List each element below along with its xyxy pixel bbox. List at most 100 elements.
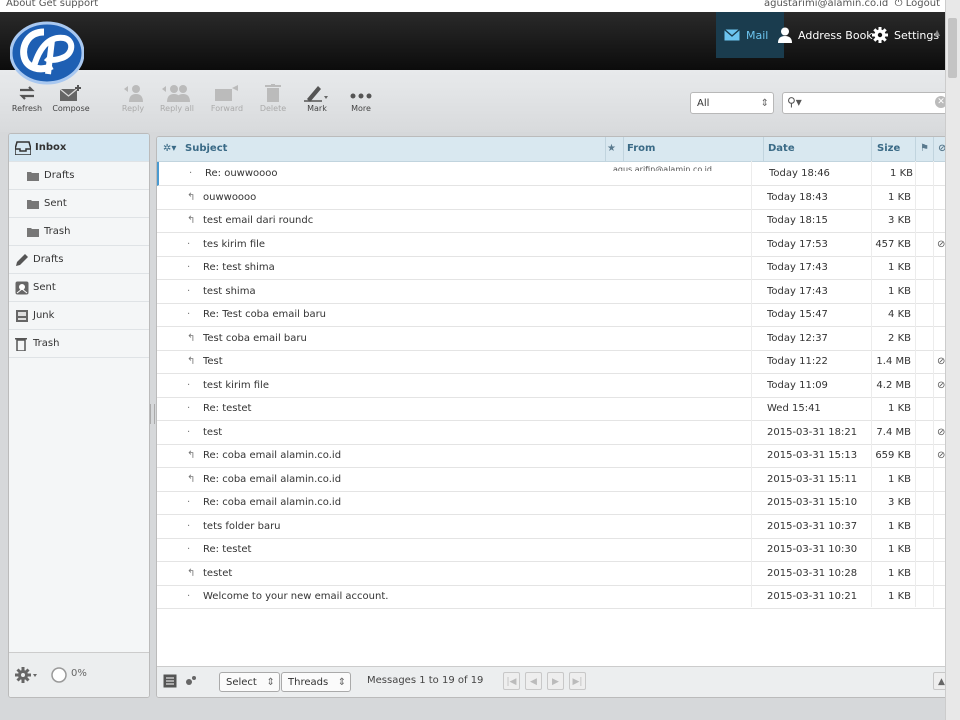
- top-user: agustarimi@alamin.co.id ⏻ Logout: [764, 0, 940, 9]
- message-subject[interactable]: Re: coba email alamin.co.id: [203, 444, 463, 467]
- message-subject[interactable]: Re: testet: [203, 538, 463, 561]
- message-subject[interactable]: test kirim file: [203, 374, 463, 397]
- table-row[interactable]: ↰ testet 2015-03-31 10:28 1 KB: [157, 562, 953, 586]
- table-row[interactable]: · Welcome to your new email account. 2015-…: [157, 585, 953, 609]
- list-options-icon[interactable]: ✲▾: [163, 137, 176, 161]
- table-row[interactable]: ↰ Test coba email baru Today 12:37 2 KB: [157, 327, 953, 351]
- reply-button[interactable]: Reply: [112, 84, 154, 113]
- replied-icon: ↰: [187, 567, 196, 579]
- message-subject[interactable]: Re: Test coba email baru: [203, 303, 463, 326]
- message-subject[interactable]: tes kirim file: [203, 233, 463, 256]
- message-subject[interactable]: Re: test shima: [203, 256, 463, 279]
- first-page-button[interactable]: |◀: [503, 672, 520, 690]
- folder-inbox-sent[interactable]: Sent: [9, 190, 149, 218]
- search-box[interactable]: ⚲▾ ✕: [782, 92, 952, 114]
- message-subject[interactable]: tets folder baru: [203, 515, 463, 538]
- message-subject[interactable]: Re: coba email alamin.co.id: [203, 468, 463, 491]
- table-row[interactable]: ↰ Test Today 11:22 1.4 MB ⊘: [157, 350, 953, 374]
- folder-label: Drafts: [44, 170, 75, 181]
- message-subject[interactable]: Re: testet: [203, 397, 463, 420]
- table-row[interactable]: · test shima Today 17:43 1 KB: [157, 280, 953, 304]
- delete-button[interactable]: Delete: [252, 84, 294, 113]
- reply-all-button[interactable]: Reply all: [156, 84, 198, 113]
- table-row[interactable]: · tets folder baru 2015-03-31 10:37 1 KB: [157, 515, 953, 539]
- search-icon[interactable]: ⚲▾: [787, 95, 802, 109]
- table-row[interactable]: · Re: testet 2015-03-31 10:30 1 KB: [157, 538, 953, 562]
- filter-select[interactable]: All ⇕: [690, 92, 774, 114]
- message-subject[interactable]: Re: ouwwoooo: [205, 162, 465, 185]
- message-size: 1 KB: [890, 168, 913, 179]
- table-row[interactable]: · Re: ouwwoooo Today 18:46 1 KB: [157, 162, 953, 186]
- message-size: 1 KB: [888, 473, 911, 485]
- folder-trash[interactable]: Trash: [9, 330, 149, 358]
- user-email: agustarimi@alamin.co.id: [763, 0, 889, 9]
- last-page-button[interactable]: ▶|: [569, 672, 586, 690]
- message-subject[interactable]: test email dari roundc: [203, 209, 463, 232]
- unread-dot-icon: ·: [187, 497, 191, 508]
- flag-icon[interactable]: ⚑: [920, 137, 929, 161]
- logo-icon: [9, 21, 85, 85]
- message-subject[interactable]: ouwwoooo: [203, 186, 463, 209]
- scrollbar-thumb[interactable]: [948, 18, 957, 78]
- page-scrollbar[interactable]: [945, 0, 960, 720]
- gear-icon: [872, 27, 888, 43]
- folder-junk[interactable]: Junk: [9, 302, 149, 330]
- table-row[interactable]: · test 2015-03-31 18:21 7.4 MB ⊘: [157, 421, 953, 445]
- mark-button[interactable]: Mark: [296, 84, 338, 113]
- column-date[interactable]: Date: [768, 137, 795, 161]
- more-button[interactable]: More: [340, 84, 382, 113]
- table-row[interactable]: · test kirim file Today 11:09 4.2 MB ⊘: [157, 374, 953, 398]
- table-row[interactable]: · Re: coba email alamin.co.id 2015-03-31 1…: [157, 491, 953, 515]
- prev-page-button[interactable]: ◀: [525, 672, 542, 690]
- unread-dot-icon: ·: [187, 403, 191, 414]
- table-row[interactable]: · tes kirim file Today 17:53 457 KB ⊘: [157, 233, 953, 257]
- message-subject[interactable]: testet: [203, 562, 463, 585]
- folder-inbox-drafts[interactable]: Drafts: [9, 162, 149, 190]
- table-row[interactable]: · Re: Test coba email baru Today 15:47 4 KB: [157, 303, 953, 327]
- search-input[interactable]: [805, 96, 929, 109]
- message-subject[interactable]: Welcome to your new email account.: [203, 585, 463, 608]
- folder-sent[interactable]: Sent: [9, 274, 149, 302]
- folder-inbox-trash[interactable]: Trash: [9, 218, 149, 246]
- unread-dot-icon: ·: [187, 426, 191, 438]
- table-row[interactable]: · Re: testet Wed 15:41 1 KB: [157, 397, 953, 421]
- folder-trash-label: Trash: [33, 338, 60, 349]
- message-subject[interactable]: Test: [203, 350, 463, 373]
- unread-dot-icon: ·: [187, 520, 191, 532]
- table-row[interactable]: ↰ Re: coba email alamin.co.id 2015-03-31 1…: [157, 444, 953, 468]
- list-footer: Select ⇕ Threads ⇕ Messages 1 to 19 of 19 …: [157, 666, 953, 697]
- flag-star-icon[interactable]: ★: [607, 137, 616, 161]
- forward-button[interactable]: Forward: [206, 84, 248, 113]
- top-links[interactable]: About Get support: [6, 0, 98, 9]
- column-from[interactable]: From: [627, 137, 655, 161]
- panel-splitter[interactable]: [150, 404, 155, 424]
- message-subject[interactable]: test: [203, 421, 463, 444]
- threads-menu[interactable]: Threads ⇕: [281, 672, 352, 692]
- select-label: Select: [226, 677, 257, 688]
- table-row[interactable]: ↰ Re: coba email alamin.co.id 2015-03-31 1…: [157, 468, 953, 492]
- select-menu[interactable]: Select ⇕: [219, 672, 280, 692]
- folder-drafts[interactable]: Drafts: [9, 246, 149, 274]
- gear-icon[interactable]: [15, 667, 39, 683]
- message-subject[interactable]: Test coba email baru: [203, 327, 463, 350]
- list-view-icon[interactable]: [163, 674, 177, 688]
- next-page-button[interactable]: ▶: [547, 672, 564, 690]
- message-subject[interactable]: test shima: [203, 280, 463, 303]
- table-row[interactable]: · Re: test shima Today 17:43 1 KB: [157, 256, 953, 280]
- column-subject[interactable]: Subject: [185, 137, 227, 161]
- header-collapse-icon[interactable]: ▲: [934, 28, 940, 37]
- person-icon: [778, 27, 792, 43]
- threads-toggle-icon[interactable]: [185, 675, 197, 687]
- message-date: Today 18:43: [767, 191, 828, 203]
- table-row[interactable]: ↰ test email dari roundc Today 18:15 3 KB: [157, 209, 953, 233]
- message-size: 3 KB: [888, 215, 911, 226]
- folder-inbox[interactable]: Inbox: [9, 134, 149, 162]
- table-row[interactable]: ↰ ouwwoooo Today 18:43 1 KB: [157, 186, 953, 210]
- message-count: Messages 1 to 19 of 19: [367, 675, 484, 686]
- logout-icon[interactable]: ⏻: [895, 0, 903, 9]
- logout-link[interactable]: Logout: [906, 0, 940, 9]
- message-size: 1 KB: [888, 520, 911, 532]
- column-size[interactable]: Size: [877, 137, 900, 161]
- message-subject[interactable]: Re: coba email alamin.co.id: [203, 491, 463, 514]
- select-arrows-icon: ⇕: [266, 677, 275, 688]
